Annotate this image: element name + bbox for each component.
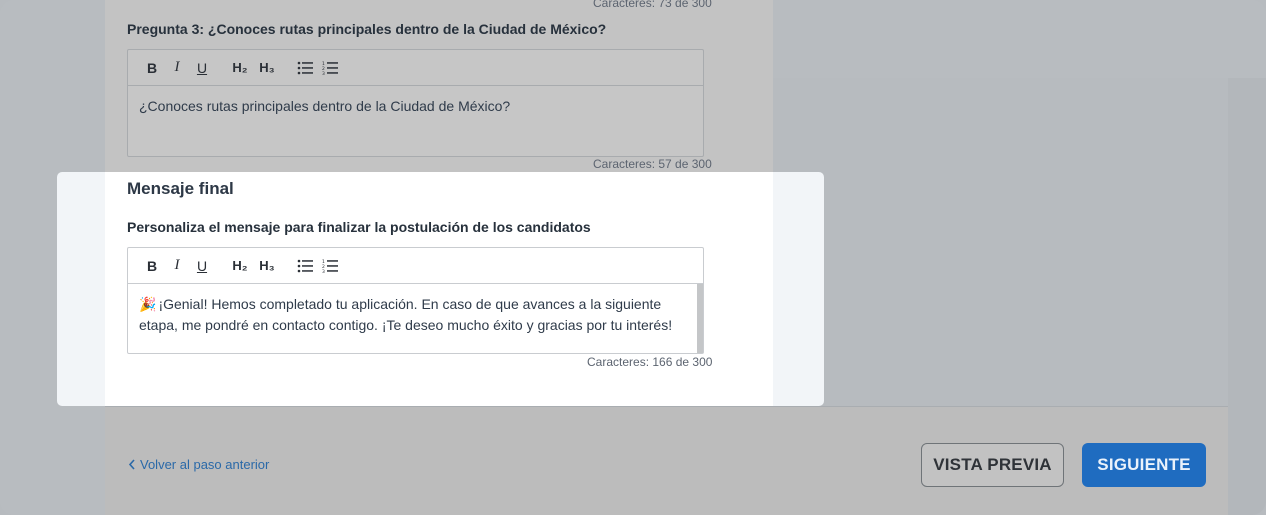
- final-message-title: Mensaje final: [127, 179, 234, 198]
- italic-button[interactable]: I: [166, 57, 188, 79]
- back-link[interactable]: Volver al paso anterior: [128, 457, 269, 472]
- next-button[interactable]: SIGUIENTE: [1082, 443, 1206, 487]
- question-3-editor[interactable]: B I U H₂ H₃ 123 ¿Conoces rutas principal…: [127, 49, 704, 157]
- back-link-label: Volver al paso anterior: [140, 457, 270, 472]
- side-strip: [1228, 78, 1266, 515]
- bulleted-list-icon[interactable]: [294, 57, 316, 79]
- final-message-editor[interactable]: B I U H₂ H₃ 123 🎉 ¡Genial! Hemos completa…: [127, 247, 704, 354]
- side-panel: [773, 78, 1228, 406]
- editor-toolbar: B I U H₂ H₃ 123: [128, 248, 703, 284]
- party-popper-icon: 🎉: [139, 296, 157, 312]
- editor-scrollbar[interactable]: [697, 284, 703, 353]
- bold-button[interactable]: B: [141, 57, 163, 79]
- svg-text:3: 3: [322, 269, 325, 273]
- q2-char-counter: Caracteres: 73 de 300: [593, 0, 712, 10]
- heading-3-button[interactable]: H₃: [255, 57, 279, 79]
- question-3-label: Pregunta 3: ¿Conoces rutas principales d…: [127, 21, 607, 37]
- final-message-char-counter: Caracteres: 166 de 300: [587, 355, 713, 369]
- bulleted-list-icon[interactable]: [294, 255, 316, 277]
- preview-button[interactable]: VISTA PREVIA: [921, 443, 1064, 487]
- heading-2-button[interactable]: H₂: [228, 255, 252, 277]
- final-message-text: ¡Genial! Hemos completado tu aplicación.…: [139, 296, 673, 333]
- numbered-list-icon[interactable]: 123: [319, 255, 341, 277]
- bold-button[interactable]: B: [141, 255, 163, 277]
- final-message-label: Personaliza el mensaje para finalizar la…: [127, 219, 591, 235]
- italic-button[interactable]: I: [166, 255, 188, 277]
- underline-button[interactable]: U: [191, 57, 213, 79]
- editor-toolbar: B I U H₂ H₃ 123: [128, 50, 703, 86]
- final-message-text-area[interactable]: 🎉 ¡Genial! Hemos completado tu aplicación…: [128, 284, 703, 353]
- heading-2-button[interactable]: H₂: [228, 57, 252, 79]
- q3-char-counter: Caracteres: 57 de 300: [593, 157, 712, 171]
- app-frame: Caracteres: 73 de 300 Pregunta 3: ¿Conoc…: [0, 0, 1266, 515]
- chevron-left-icon: [128, 459, 135, 470]
- heading-3-button[interactable]: H₃: [255, 255, 279, 277]
- numbered-list-icon[interactable]: 123: [319, 57, 341, 79]
- underline-button[interactable]: U: [191, 255, 213, 277]
- svg-text:3: 3: [322, 71, 325, 75]
- question-3-text[interactable]: ¿Conoces rutas principales dentro de la …: [128, 86, 703, 156]
